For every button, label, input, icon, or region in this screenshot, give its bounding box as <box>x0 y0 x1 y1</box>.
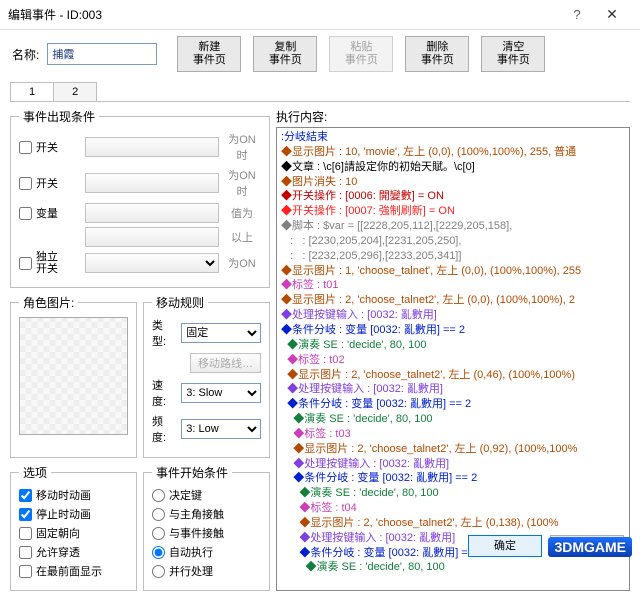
variable-checkbox[interactable]: 变量 <box>19 205 81 221</box>
type-label: 类型: <box>152 317 175 349</box>
name-input[interactable] <box>47 43 157 65</box>
selfswitch-checkbox[interactable]: 独立 开关 <box>19 251 81 275</box>
variable-value <box>85 227 219 247</box>
conditions-group: 事件出现条件 开关 为ON时 开关 为ON时 变量 值为 以上 <box>10 108 270 288</box>
trigger-legend: 事件开始条件 <box>152 464 232 481</box>
movement-group: 移动规则 类型: 固定 移动路线… 速度: 3: Slow 频度: 3: Low <box>143 294 270 458</box>
switch1-select <box>85 137 219 157</box>
trigger-group: 事件开始条件 决定键 与主角接触 与事件接触 自动执行 并行处理 <box>143 464 270 591</box>
paste-page-button: 粘贴 事件页 <box>329 36 393 72</box>
graphic-preview[interactable] <box>19 317 128 435</box>
switch1-suffix: 为ON时 <box>223 131 261 163</box>
trig-autorun[interactable]: 自动执行 <box>152 544 261 560</box>
trig-player-touch[interactable]: 与主角接触 <box>152 506 261 522</box>
freq-select[interactable]: 3: Low <box>181 419 261 439</box>
switch2-suffix: 为ON时 <box>223 167 261 199</box>
options-legend: 选项 <box>19 464 51 481</box>
variable-suffix: 值为 <box>223 205 261 221</box>
trig-event-touch[interactable]: 与事件接触 <box>152 525 261 541</box>
delete-page-button[interactable]: 删除 事件页 <box>405 36 469 72</box>
ok-button[interactable]: 确定 <box>468 535 542 557</box>
tab-2[interactable]: 2 <box>53 82 97 101</box>
variable-op: 以上 <box>223 229 261 245</box>
variable-select <box>85 203 219 223</box>
graphic-legend: 角色图片: <box>19 294 78 311</box>
opt-walk-anim[interactable]: 移动时动画 <box>19 487 128 503</box>
command-list[interactable]: :分岐結束◆显示图片 : 10, 'movie', 左上 (0,0), (100… <box>276 127 630 591</box>
exec-label: 执行内容: <box>276 108 630 125</box>
switch1-checkbox[interactable]: 开关 <box>19 139 81 155</box>
opt-through[interactable]: 允许穿透 <box>19 544 128 560</box>
conditions-legend: 事件出现条件 <box>19 108 99 125</box>
type-select[interactable]: 固定 <box>181 323 261 343</box>
close-icon[interactable]: ✕ <box>592 6 632 23</box>
trig-parallel[interactable]: 并行处理 <box>152 563 261 579</box>
copy-page-button[interactable]: 复制 事件页 <box>253 36 317 72</box>
opt-step-anim[interactable]: 停止时动画 <box>19 506 128 522</box>
opt-always-top[interactable]: 在最前面显示 <box>19 563 128 579</box>
route-button: 移动路线… <box>190 353 261 373</box>
selfswitch-suffix: 为ON <box>223 255 261 271</box>
selfswitch-select <box>85 253 219 273</box>
tab-1[interactable]: 1 <box>10 82 54 101</box>
graphic-group: 角色图片: <box>10 294 137 458</box>
movement-legend: 移动规则 <box>152 294 208 311</box>
speed-label: 速度: <box>152 377 175 409</box>
clear-page-button[interactable]: 清空 事件页 <box>481 36 545 72</box>
window-title: 编辑事件 - ID:003 <box>8 6 562 23</box>
opt-fix-dir[interactable]: 固定朝向 <box>19 525 128 541</box>
page-tabs: 1 2 <box>10 82 630 102</box>
new-page-button[interactable]: 新建 事件页 <box>177 36 241 72</box>
trig-action[interactable]: 决定键 <box>152 487 261 503</box>
switch2-checkbox[interactable]: 开关 <box>19 175 81 191</box>
switch2-select <box>85 173 219 193</box>
name-label: 名称: <box>12 46 39 63</box>
help-icon[interactable]: ? <box>562 7 592 22</box>
options-group: 选项 移动时动画 停止时动画 固定朝向 允许穿透 在最前面显示 <box>10 464 137 591</box>
speed-select[interactable]: 3: Slow <box>181 383 261 403</box>
freq-label: 频度: <box>152 413 175 445</box>
cancel-button[interactable]: 取 <box>550 535 624 557</box>
window-titlebar: 编辑事件 - ID:003 ? ✕ <box>0 0 640 30</box>
